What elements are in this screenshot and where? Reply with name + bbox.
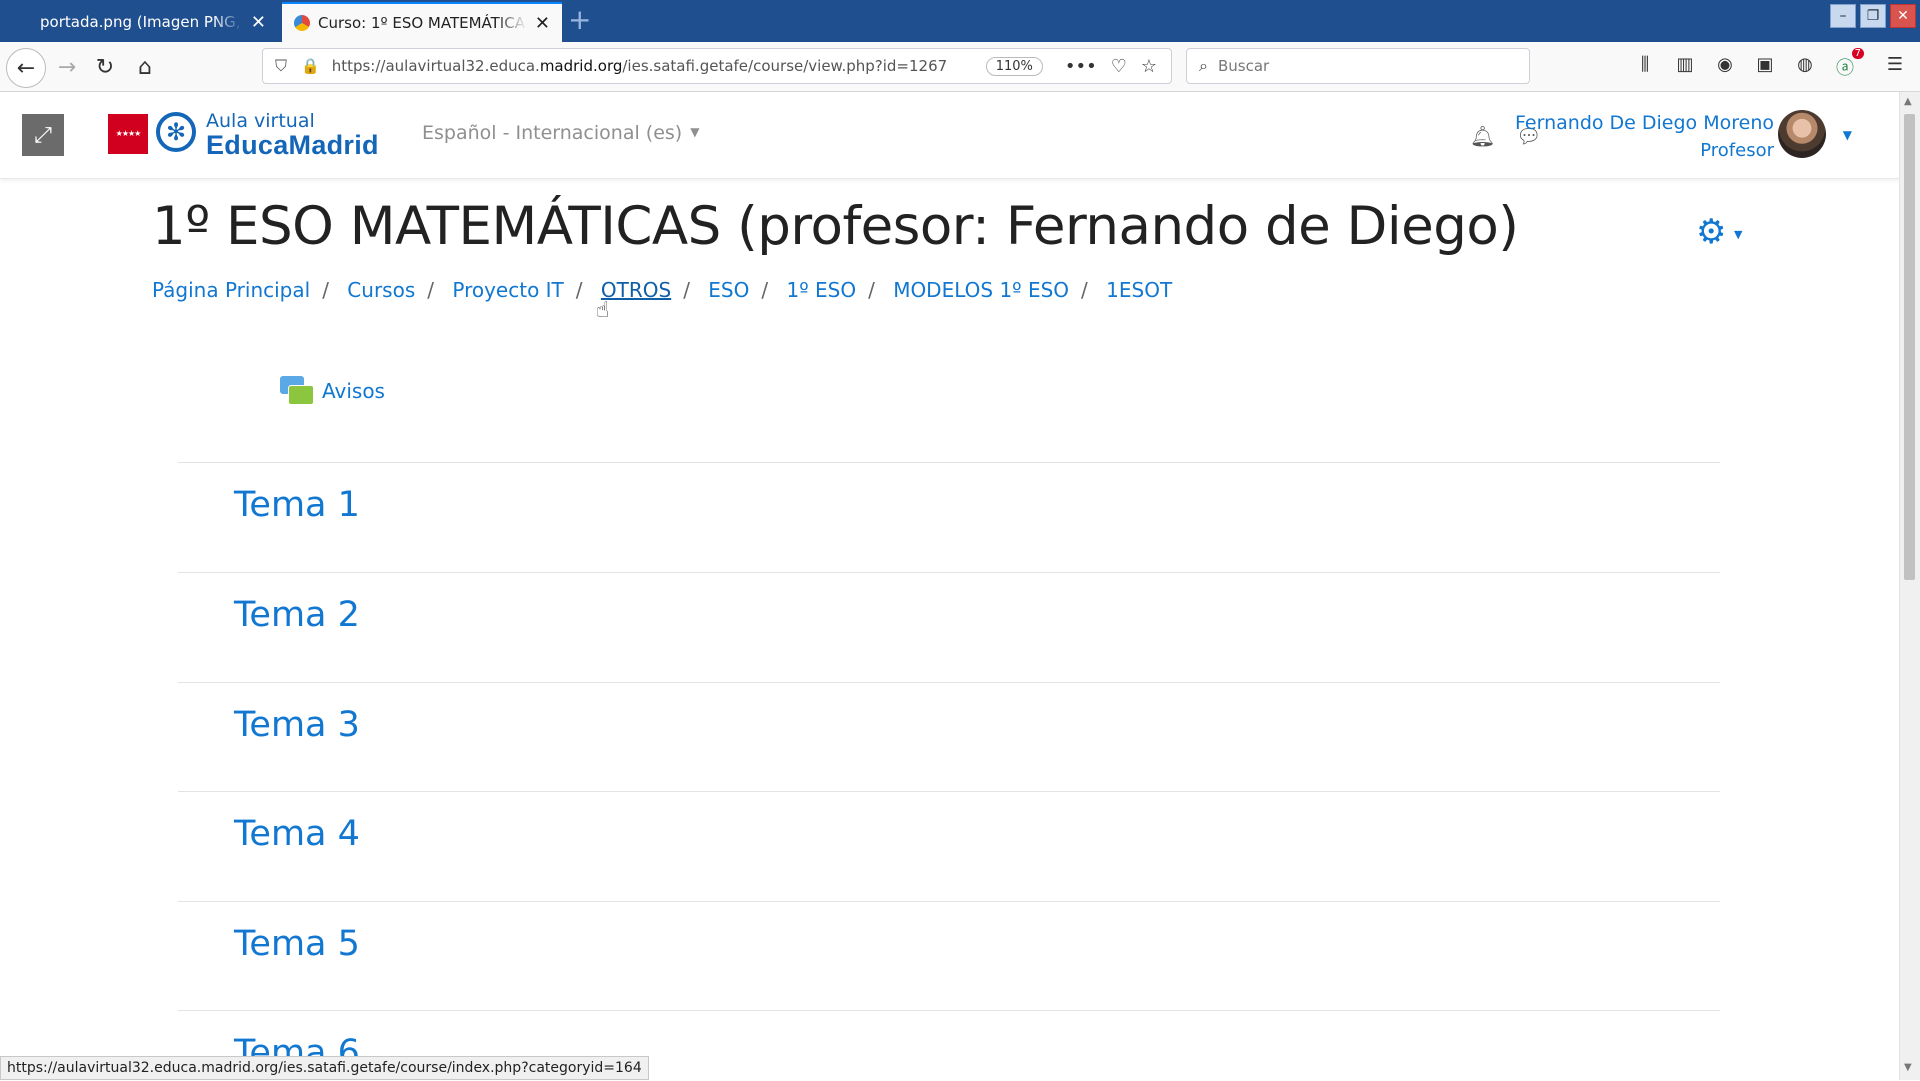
user-name[interactable]: Fernando De Diego Moreno xyxy=(1515,112,1774,134)
breadcrumb-item[interactable]: Página Principal xyxy=(152,278,310,302)
scroll-thumb[interactable] xyxy=(1904,114,1915,580)
scroll-down-icon[interactable]: ▼ xyxy=(1904,1062,1912,1073)
reload-button[interactable]: ↻ xyxy=(88,50,122,84)
addon-icon[interactable]: ⓐ 7 xyxy=(1832,48,1864,80)
section-title[interactable]: Tema 3 xyxy=(234,705,360,745)
lock-icon[interactable]: 🔒 xyxy=(301,57,320,75)
language-selector[interactable]: Español - Internacional (es) ▼ xyxy=(422,122,699,144)
expand-drawer-button[interactable]: ⤢ xyxy=(22,114,64,156)
site-header: ⤢ ★★★★ ✻ Aula virtual EducaMadrid Españo… xyxy=(0,92,1900,179)
account-icon[interactable]: ◍ xyxy=(1792,54,1818,75)
course-section: Tema 5 xyxy=(178,901,1720,1012)
logo-subtitle[interactable]: Aula virtual xyxy=(206,110,315,132)
section-title[interactable]: Tema 2 xyxy=(234,595,360,635)
user-role: Profesor xyxy=(1700,140,1774,161)
caret-down-icon: ▼ xyxy=(690,125,700,139)
expand-icon: ⤢ xyxy=(34,122,52,148)
close-window-button[interactable]: ✕ xyxy=(1890,4,1916,28)
page-actions-icon[interactable]: ••• xyxy=(1065,56,1097,77)
notification-count: 7 xyxy=(1851,48,1864,59)
course-section: Tema 3 xyxy=(178,682,1720,793)
search-placeholder: Buscar xyxy=(1217,57,1270,75)
breadcrumb-item[interactable]: ESO xyxy=(708,278,749,302)
course-section: Tema 4 xyxy=(178,791,1720,902)
caret-down-icon[interactable]: ▼ xyxy=(1734,228,1742,241)
extension-icon[interactable]: ◉ xyxy=(1712,54,1738,75)
tab-title: Curso: 1º ESO MATEMÁTICAS ( xyxy=(318,14,527,32)
zoom-level[interactable]: 110% xyxy=(985,56,1043,76)
new-tab-button[interactable]: + xyxy=(568,6,591,34)
home-icon: ⌂ xyxy=(138,54,152,80)
section-title[interactable]: Tema 4 xyxy=(234,814,360,854)
pocket-icon[interactable]: ♡ xyxy=(1111,56,1127,77)
gear-icon[interactable]: ⚙ xyxy=(1696,212,1726,252)
scroll-up-icon[interactable]: ▲ xyxy=(1904,96,1912,107)
sidebar-icon[interactable]: ▥ xyxy=(1672,54,1698,75)
bookmark-star-icon[interactable]: ☆ xyxy=(1141,56,1157,77)
page-title: 1º ESO MATEMÁTICAS (profesor: Fernando d… xyxy=(152,196,1519,257)
logo-title[interactable]: EducaMadrid xyxy=(206,130,379,161)
minimize-window-button[interactable]: – xyxy=(1830,4,1856,28)
section-title[interactable]: Tema 1 xyxy=(234,485,360,525)
educamadrid-emblem-icon[interactable]: ✻ xyxy=(156,112,196,152)
search-input[interactable]: ⌕ Buscar xyxy=(1186,48,1530,84)
browser-tab-bar: portada.png (Imagen PNG, 949 ✕ Curso: 1º… xyxy=(0,0,1920,42)
breadcrumb-item[interactable]: OTROS xyxy=(601,278,671,302)
screenshot-icon[interactable]: ▣ xyxy=(1752,54,1778,75)
arrow-left-icon: ← xyxy=(16,55,36,81)
close-tab-icon[interactable]: ✕ xyxy=(535,13,550,34)
page-scrollbar[interactable]: ▲ ▼ xyxy=(1899,92,1920,1080)
restore-window-button[interactable]: ❐ xyxy=(1860,4,1886,28)
breadcrumb-item[interactable]: MODELOS 1º ESO xyxy=(893,278,1069,302)
course-section: Tema 1 xyxy=(178,462,1720,573)
shield-icon[interactable]: ⛉ xyxy=(275,56,287,76)
bell-icon[interactable]: 🔔︎ xyxy=(1470,124,1495,148)
breadcrumb: Página Principal / Cursos / Proyecto IT / O… xyxy=(152,278,1173,302)
breadcrumb-item[interactable]: 1ESOT xyxy=(1106,278,1172,302)
address-bar[interactable]: ⛉ 🔒 https://aulavirtual32.educa.madrid.o… xyxy=(262,48,1172,84)
announcements-label: Avisos xyxy=(322,379,385,403)
breadcrumb-item[interactable]: Cursos xyxy=(347,278,415,302)
tab-title: portada.png (Imagen PNG, 949 xyxy=(40,13,243,31)
section-title[interactable]: Tema 5 xyxy=(234,924,360,964)
forward-button[interactable]: → xyxy=(50,50,84,84)
library-icon[interactable]: ⫼ xyxy=(1632,54,1658,75)
search-icon: ⌕ xyxy=(1199,56,1208,75)
announcements-link[interactable]: Avisos xyxy=(280,376,385,406)
madrid-flag-logo[interactable]: ★★★★ xyxy=(108,114,148,154)
caret-down-icon[interactable]: ▼ xyxy=(1843,128,1852,142)
tab-portada[interactable]: portada.png (Imagen PNG, 949 ✕ xyxy=(28,2,278,42)
arrow-right-icon: → xyxy=(57,54,77,80)
reload-icon: ↻ xyxy=(95,54,115,80)
avatar[interactable] xyxy=(1778,110,1826,158)
back-button[interactable]: ← xyxy=(6,48,46,88)
browser-nav-bar: ← → ↻ ⌂ ⛉ 🔒 https://aulavirtual32.educa.… xyxy=(0,42,1920,92)
course-section: Tema 2 xyxy=(178,572,1720,683)
menu-icon[interactable]: ☰ xyxy=(1882,54,1908,75)
url-text[interactable]: https://aulavirtual32.educa.madrid.org/i… xyxy=(332,57,986,75)
breadcrumb-item[interactable]: 1º ESO xyxy=(786,278,856,302)
close-tab-icon[interactable]: ✕ xyxy=(251,12,266,33)
hand-cursor-icon: ☝ xyxy=(596,298,610,323)
tab-curso[interactable]: Curso: 1º ESO MATEMÁTICAS ( ✕ xyxy=(282,2,562,42)
site-favicon-icon xyxy=(294,15,310,31)
breadcrumb-item[interactable]: Proyecto IT xyxy=(452,278,563,302)
link-status-bar: https://aulavirtual32.educa.madrid.org/i… xyxy=(0,1056,649,1080)
home-button[interactable]: ⌂ xyxy=(128,50,162,84)
forum-icon xyxy=(280,376,314,406)
